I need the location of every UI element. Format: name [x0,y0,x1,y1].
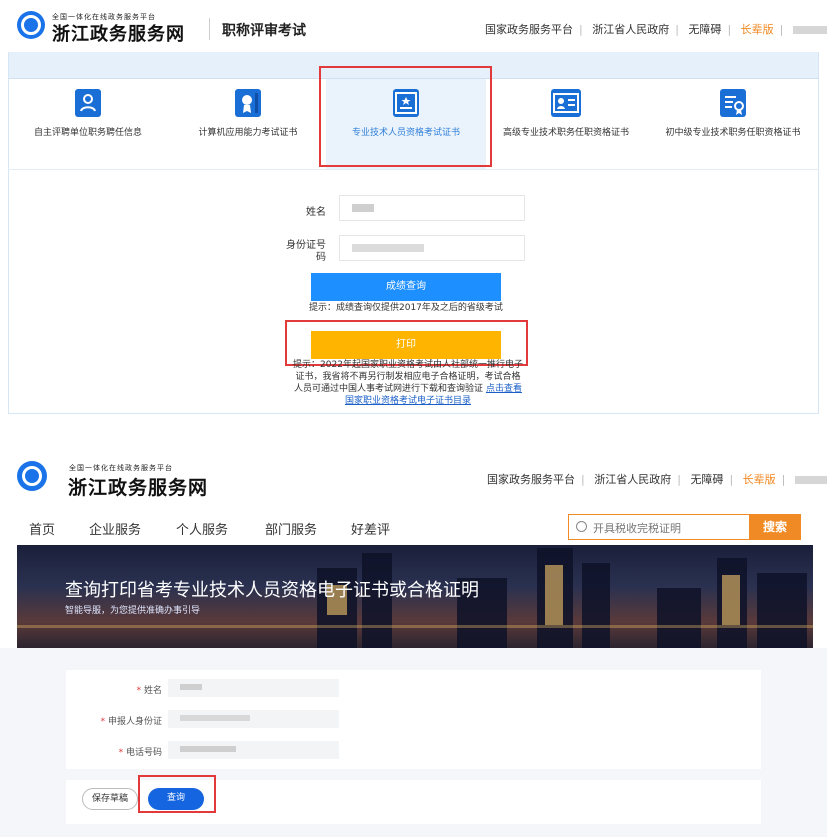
score-query-button[interactable]: 成绩查询 [311,273,501,301]
tab-label: 高级专业技术职务任职资格证书 [502,128,629,138]
gov-logo-icon[interactable] [17,461,47,491]
link-national-platform[interactable]: 国家政务服务平台 [487,473,575,486]
name-label: * 姓名 [136,686,162,696]
id-label-text: 申报人身份证 [107,717,162,727]
medal-icon [235,89,261,117]
user-name-blurred[interactable] [792,26,827,34]
logo-subtitle: 全国一体化在线政务服务平台 [69,464,173,472]
link-elderly-version[interactable]: 长辈版 [743,473,776,486]
query-tip: 提示：成绩查询仅提供2017年及之后的省级考试 [309,303,503,313]
id-input[interactable] [168,710,339,728]
tab-label: 自主评聘单位职务聘任信息 [33,128,142,138]
nav-enterprise[interactable]: 企业服务 [89,519,141,538]
phone-value-blurred [180,746,236,752]
link-accessibility[interactable]: 无障碍 [688,23,721,36]
search-icon [576,521,587,532]
save-draft-button[interactable]: 保存草稿 [82,788,138,810]
logo-title[interactable]: 浙江政务服务网 [52,20,185,46]
link-national-platform[interactable]: 国家政务服务平台 [485,23,573,36]
id-value-blurred [352,244,424,252]
search-input[interactable]: 开具税收完税证明 [568,514,750,540]
notice-text: 提示：2022年起国家职业资格考试由人社部统一推行电子 证书，我省将不再另行制发… [283,359,533,407]
link-elderly-version[interactable]: 长辈版 [741,23,774,36]
gov-logo-icon[interactable] [17,11,45,39]
phone-label-text: 电话号码 [125,748,162,758]
nav-home[interactable]: 首页 [29,519,55,538]
notice-line-4: 国家职业资格考试电子证书目录 [283,395,533,407]
id-label-line-2: 码 [316,252,326,263]
document-badge-icon [720,89,746,117]
banner-title: 查询打印省考专业技术人员资格电子证书或合格证明 [65,580,479,601]
top-links: 国家政务服务平台 | 浙江省人民政府 | 无障碍 | 长辈版 | [484,471,827,487]
id-label: 身份证号 码 [282,240,326,264]
e-cert-catalog-link[interactable]: 国家职业资格考试电子证书目录 [345,396,471,406]
search-placeholder: 开具税收完税证明 [593,522,681,535]
search-button[interactable]: 搜索 [749,514,801,540]
view-link[interactable]: 点击查看 [486,384,522,394]
person-card-icon [75,89,101,117]
id-input[interactable] [339,235,525,261]
tab-junior-title-cert[interactable]: 初中级专业技术职务任职资格证书 [648,79,818,169]
name-input[interactable] [168,679,339,697]
phone-input[interactable] [168,741,339,759]
nav-department[interactable]: 部门服务 [265,519,317,538]
tab-label: 计算机应用能力考试证书 [198,128,298,138]
nav-evaluation[interactable]: 好差评 [351,519,390,538]
notice-line-3-text: 人员可通过中国人事考试网进行下载和查询验证 [294,384,484,394]
nav-personal[interactable]: 个人服务 [176,519,228,538]
highlight-box-tab [319,66,492,167]
name-label: 姓名 [306,207,326,218]
link-zhejiang-gov[interactable]: 浙江省人民政府 [592,23,669,36]
city-banner: 查询打印省考专业技术人员资格电子证书或合格证明 智能导服，为您提供准确办事引导 [17,545,813,648]
site-title: 职称评审考试 [222,23,306,39]
user-name-blurred[interactable] [794,476,827,484]
id-label: * 申报人身份证 [100,717,162,727]
tab-senior-title-cert[interactable]: 高级专业技术职务任职资格证书 [486,79,646,169]
link-zhejiang-gov[interactable]: 浙江省人民政府 [594,473,671,486]
name-input[interactable] [339,195,525,221]
banner-subtitle: 智能导服，为您提供准确办事引导 [65,606,201,616]
id-label-line-1: 身份证号 [286,240,326,251]
phone-label: * 电话号码 [118,748,162,758]
id-card-icon [551,89,581,117]
notice-line-3: 人员可通过中国人事考试网进行下载和查询验证 点击查看 [283,383,533,395]
logo-title[interactable]: 浙江政务服务网 [68,473,208,500]
name-label-text: 姓名 [143,686,162,696]
name-value-blurred [180,684,202,690]
link-accessibility[interactable]: 无障碍 [690,473,723,486]
divider [209,18,210,40]
id-value-blurred [180,715,250,721]
tab-employment-info[interactable]: 自主评聘单位职务聘任信息 [8,79,168,169]
notice-line-2: 证书，我省将不再另行制发相应电子合格证明，考试合格 [295,372,521,382]
tab-computer-cert[interactable]: 计算机应用能力考试证书 [168,79,328,169]
highlight-box-query [138,775,216,813]
notice-line-1: 提示：2022年起国家职业资格考试由人社部统一推行电子 [293,360,523,370]
tab-label: 初中级专业技术职务任职资格证书 [665,128,801,138]
top-links: 国家政务服务平台 | 浙江省人民政府 | 无障碍 | 长辈版 | [482,21,827,37]
name-value-blurred [352,204,374,212]
